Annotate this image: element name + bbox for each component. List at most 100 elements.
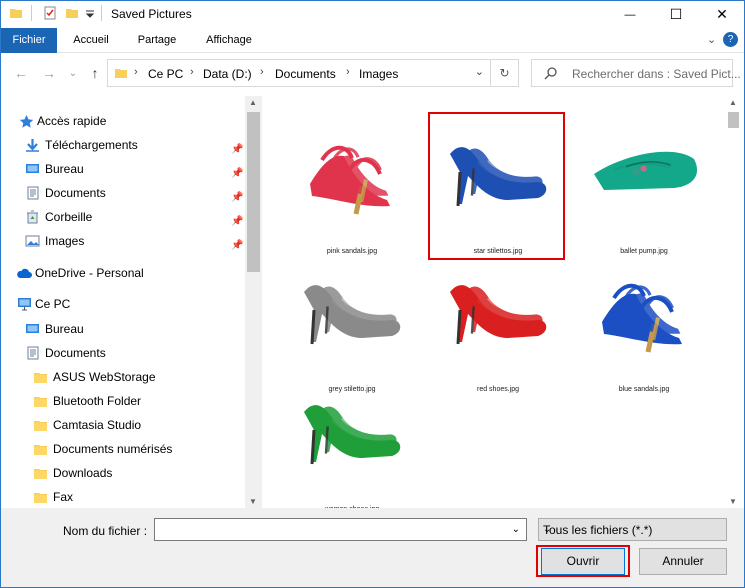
scroll-up-icon[interactable]: ▲ [729,98,737,107]
file-tile[interactable]: pink sandals.jpg [287,110,417,260]
nav-scrollbar-thumb[interactable] [247,112,260,272]
file-tile[interactable]: women shoes.jpg [287,368,417,518]
nav-item[interactable]: Ce PC [17,293,241,315]
breadcrumb-separator: › [190,66,194,78]
folder-icon [34,397,47,407]
computer-icon [18,298,31,311]
nav-item-label: Ce PC [35,297,71,311]
search-box[interactable]: Rechercher dans : Saved Pict... [531,59,741,87]
recent-locations-button[interactable]: ⌄ [67,65,79,81]
nav-scrollbar[interactable]: ▲ ▼ [245,96,262,508]
scroll-up-icon[interactable]: ▲ [249,98,257,107]
address-dropdown-icon[interactable]: ⌄ [475,65,484,78]
pin-icon: 📌 [231,240,244,251]
image-thumbnail [304,285,401,345]
nav-item[interactable]: Documents 📌 [25,182,243,204]
folder-icon [34,469,47,479]
breadcrumb-documents[interactable]: Documents [275,67,336,81]
nav-item-label: Bureau [45,162,84,176]
nav-item-label: OneDrive - Personal [35,266,144,280]
help-icon[interactable]: ? [723,32,738,47]
recycle-bin-icon [27,210,38,224]
cancel-button[interactable]: Annuler [639,548,727,575]
folder-icon [34,445,47,455]
address-bar[interactable]: › Ce PC › Data (D:) › Documents › Images… [107,59,491,87]
refresh-icon: ↻ [499,66,510,80]
selection-highlight [428,112,565,260]
nav-item[interactable]: Documents numérisés [33,438,241,460]
tab-home[interactable]: Accueil [61,28,121,53]
desktop-icon [26,164,39,173]
nav-item[interactable]: Documents [25,342,241,364]
tab-file[interactable]: Fichier [1,28,57,53]
nav-item[interactable]: Accès rapide [19,110,241,132]
new-folder-icon[interactable] [65,6,79,20]
forward-button[interactable]: → [41,65,57,81]
image-thumbnail [304,405,401,465]
nav-item[interactable]: ASUS WebStorage [33,366,241,388]
open-button[interactable]: Ouvrir [541,548,625,575]
file-name: red shoes.jpg [476,386,520,393]
breadcrumb-images[interactable]: Images [359,67,398,81]
nav-item[interactable]: Téléchargements 📌 [25,134,244,156]
minimize-button[interactable]: — [607,1,653,28]
nav-item[interactable]: Corbeille 📌 [25,206,243,228]
navigation-pane: Accès rapide Téléchargements 📌 Bureau 📌 Docum… [1,96,263,508]
content-scrollbar[interactable]: ▲ ▼ [724,96,743,508]
refresh-button[interactable]: ↻ [491,59,519,87]
maximize-button[interactable]: ☐ [653,1,699,28]
file-open-dialog: Saved Pictures — ☐ ✕ Fichier Accueil Par… [0,0,745,588]
nav-item[interactable]: Camtasia Studio [33,414,241,436]
download-icon [26,139,39,152]
ribbon-expand-icon[interactable]: ⌄ [707,33,716,46]
ribbon-tabs: Fichier Accueil Partage Affichage ⌄ ? [1,28,744,53]
nav-item[interactable]: Bureau 📌 [25,158,244,180]
up-button[interactable]: ↑ [87,65,103,81]
folder-icon [34,421,47,431]
file-tile[interactable]: blue sandals.jpg [579,248,709,398]
filename-input[interactable]: ⌄ [154,518,527,541]
scroll-down-icon[interactable]: ▼ [249,497,257,506]
close-icon: ✕ [716,6,728,22]
folder-icon [34,373,47,383]
breadcrumb-data-drive[interactable]: Data (D:) [203,67,252,81]
pin-icon: 📌 [231,168,244,179]
nav-item[interactable]: Downloads [33,462,241,484]
back-arrow-icon: ← [14,65,28,81]
file-name: blue sandals.jpg [618,386,670,393]
breadcrumb-this-pc[interactable]: Ce PC [148,67,183,81]
search-input[interactable]: Rechercher dans : Saved Pict... [572,67,741,81]
image-thumbnail [450,285,547,345]
nav-item-label: Téléchargements [45,138,138,152]
documents-icon [27,186,39,200]
tab-share[interactable]: Partage [127,28,187,53]
tab-view[interactable]: Affichage [193,28,265,53]
nav-item[interactable]: OneDrive - Personal [17,262,241,284]
star-icon [19,115,34,128]
cloud-icon [17,268,32,278]
chevron-down-icon[interactable]: ⌄ [512,524,520,535]
nav-item[interactable]: Bluetooth Folder [33,390,241,412]
nav-item-label: Downloads [53,466,113,480]
search-icon [544,67,557,80]
nav-item[interactable]: Fax [33,486,241,508]
image-thumbnail [310,145,390,215]
file-tile[interactable]: ballet pump.jpg [579,110,709,260]
pin-icon: 📌 [231,144,244,155]
pictures-icon [25,235,40,247]
nav-item[interactable]: Bureau [25,318,241,340]
image-thumbnail [602,283,682,353]
nav-item-label: Documents [45,346,106,360]
filetype-select[interactable]: Tous les fichiers (*.*) ⌄ [538,518,727,541]
customize-toolbar-icon[interactable] [85,6,95,20]
content-scrollbar-thumb[interactable] [728,112,739,128]
file-tile[interactable]: red shoes.jpg [433,248,563,398]
window-title: Saved Pictures [111,7,192,21]
scroll-down-icon[interactable]: ▼ [729,497,737,506]
breadcrumb-separator: › [134,66,138,78]
properties-icon[interactable] [43,6,57,20]
back-button[interactable]: ← [13,65,29,81]
close-button[interactable]: ✕ [699,1,744,28]
documents-icon [27,346,39,360]
nav-item[interactable]: Images 📌 [25,230,244,252]
